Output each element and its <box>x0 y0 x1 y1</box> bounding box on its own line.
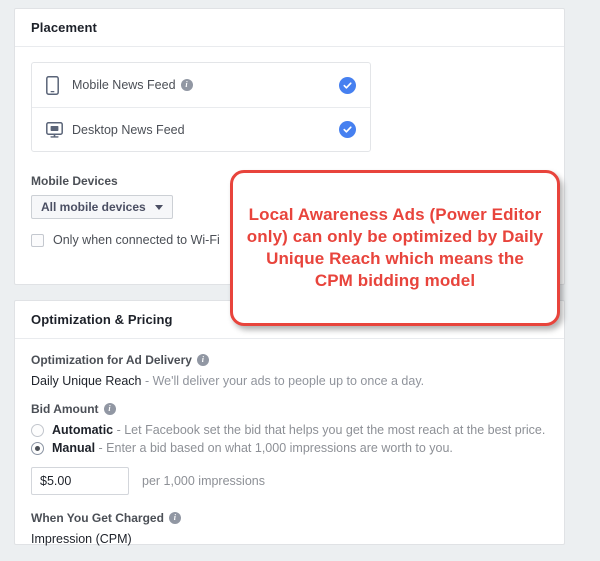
bid-amount-label-row: Bid Amount i <box>31 402 548 416</box>
mobile-devices-dropdown-value: All mobile devices <box>41 200 146 214</box>
ad-delivery-description: - We'll deliver your ads to people up to… <box>141 374 425 388</box>
bid-amount-input-row: per 1,000 impressions <box>31 467 548 495</box>
placement-card-title: Placement <box>15 9 564 47</box>
bid-amount-input[interactable] <box>31 467 129 495</box>
bid-option-automatic[interactable]: Automatic - Let Facebook set the bid tha… <box>31 423 548 437</box>
mobile-devices-dropdown[interactable]: All mobile devices <box>31 195 173 219</box>
wifi-only-checkbox[interactable] <box>31 233 44 247</box>
wifi-only-label: Only when connected to Wi-Fi <box>53 233 220 247</box>
bid-amount-suffix: per 1,000 impressions <box>142 474 265 488</box>
placement-option-label: Desktop News Feed <box>72 123 339 137</box>
ad-delivery-label: Optimization for Ad Delivery <box>31 353 192 367</box>
annotation-callout: Local Awareness Ads (Power Editor only) … <box>230 170 560 326</box>
placement-option-label: Mobile News Feed i <box>72 78 339 92</box>
bid-option-automatic-name: Automatic <box>52 423 114 437</box>
checkmark-icon[interactable] <box>339 76 356 94</box>
placement-options-box: Mobile News Feed i Desktop News Feed <box>31 62 371 152</box>
bid-option-manual-name: Manual <box>52 441 96 455</box>
ad-delivery-value: Daily Unique Reach <box>31 374 142 388</box>
mobile-phone-icon <box>46 75 72 95</box>
bid-amount-label: Bid Amount <box>31 402 99 416</box>
annotation-callout-text: Local Awareness Ads (Power Editor only) … <box>246 204 544 291</box>
desktop-monitor-icon <box>46 121 72 138</box>
when-charged-label: When You Get Charged <box>31 511 164 525</box>
bid-option-manual-description: - Enter a bid based on what 1,000 impres… <box>95 441 453 455</box>
optimization-card-body: Optimization for Ad Delivery i Daily Uni… <box>15 339 564 546</box>
mobile-news-feed-label: Mobile News Feed <box>72 78 176 92</box>
ad-settings-page: Placement Mobile News Feed i Desktop New… <box>0 0 600 561</box>
bid-option-manual-text: Manual - Enter a bid based on what 1,000… <box>52 441 453 455</box>
info-icon[interactable]: i <box>180 79 193 91</box>
radio-button-automatic[interactable] <box>31 423 44 437</box>
when-charged-label-row: When You Get Charged i <box>31 511 548 525</box>
optimization-pricing-card: Optimization & Pricing Optimization for … <box>14 300 565 546</box>
placement-option-mobile-news-feed[interactable]: Mobile News Feed i <box>32 63 370 107</box>
ad-delivery-label-row: Optimization for Ad Delivery i <box>31 353 548 367</box>
chevron-down-icon <box>154 204 163 210</box>
bid-option-manual[interactable]: Manual - Enter a bid based on what 1,000… <box>31 441 548 455</box>
bid-option-automatic-text: Automatic - Let Facebook set the bid tha… <box>52 423 545 437</box>
when-charged-value: Impression (CPM) <box>31 532 132 546</box>
info-icon[interactable]: i <box>168 512 181 524</box>
info-icon[interactable]: i <box>196 354 209 366</box>
ad-delivery-value-row: Daily Unique Reach - We'll deliver your … <box>31 374 548 388</box>
radio-button-manual[interactable] <box>31 441 44 455</box>
checkmark-icon[interactable] <box>339 121 356 138</box>
bid-option-automatic-description: - Let Facebook set the bid that helps yo… <box>113 423 546 437</box>
info-icon[interactable]: i <box>103 403 116 415</box>
placement-option-desktop-news-feed[interactable]: Desktop News Feed <box>32 107 370 151</box>
desktop-news-feed-label: Desktop News Feed <box>72 122 185 137</box>
